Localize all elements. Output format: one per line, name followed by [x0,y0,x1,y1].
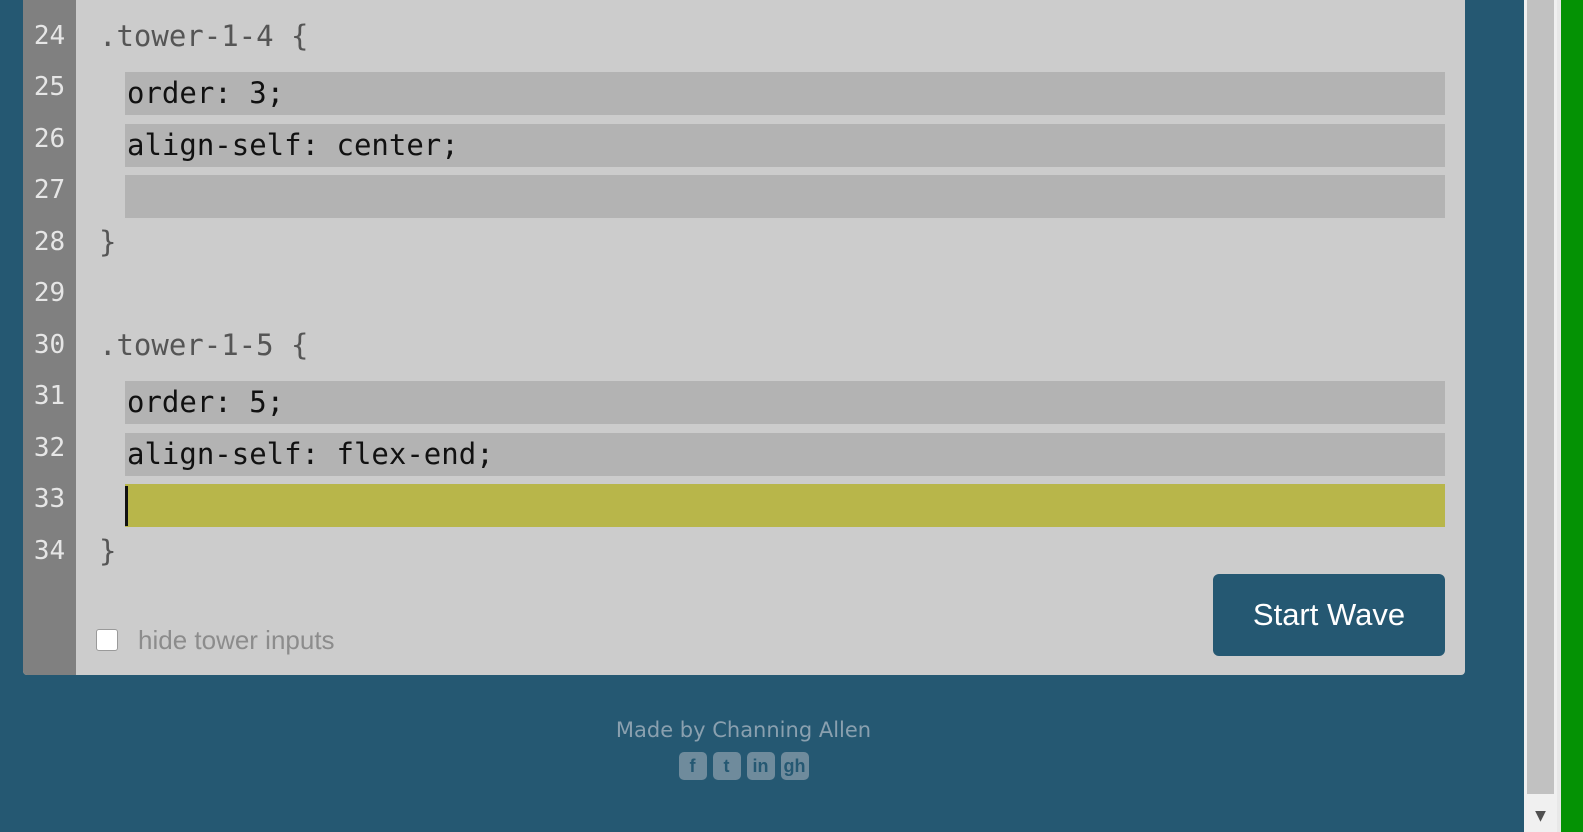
twitter-icon[interactable]: t [712,752,741,780]
facebook-icon[interactable]: f [678,752,707,780]
footer: Made by Channing Allen f t in gh [0,718,1487,780]
hide-tower-inputs-checkbox[interactable] [96,629,118,651]
closing-brace: } [99,534,117,568]
line-number: 24 [33,21,66,51]
line-number: 29 [33,278,66,308]
text-cursor [125,486,128,526]
hide-tower-inputs-label: hide tower inputs [138,624,335,655]
tower-1-5-property-input-2[interactable] [125,433,1445,476]
line-number: 26 [33,124,66,154]
social-links: f t in gh [0,752,1487,780]
line-number: 28 [33,227,66,257]
start-wave-button[interactable]: Start Wave [1213,574,1445,656]
github-icon[interactable]: gh [780,752,809,780]
closing-brace: } [99,225,117,259]
scrollbar-thumb[interactable] [1527,0,1554,794]
code-line: 28 } [23,220,1465,272]
adjacent-window-edge [1557,0,1583,832]
linkedin-icon[interactable]: in [746,752,775,780]
css-editor: 24 .tower-1-4 { 25 26 27 28 } 29 30 .tow… [23,0,1465,675]
line-number: 30 [33,330,66,360]
tower-1-5-property-input-1[interactable] [125,381,1445,424]
line-number: 34 [33,536,66,566]
hide-tower-inputs-toggle[interactable]: hide tower inputs [96,625,335,655]
line-number: 25 [33,72,66,102]
code-line: 30 .tower-1-5 { [23,323,1465,375]
tower-1-4-property-input-1[interactable] [125,72,1445,115]
selector-text: .tower-1-5 { [99,328,309,362]
tower-1-5-property-input-3[interactable] [125,484,1445,527]
selector-text: .tower-1-4 { [99,19,309,53]
code-line: 24 .tower-1-4 { [23,14,1465,66]
line-number: 32 [33,433,66,463]
code-line: 29 [23,271,1465,323]
scroll-down-arrow-icon[interactable]: ▼ [1524,806,1557,826]
tower-1-4-property-input-2[interactable] [125,124,1445,167]
made-by-credit: Made by Channing Allen [615,718,872,742]
line-number: 31 [33,381,66,411]
line-number: 27 [33,175,66,205]
vertical-scrollbar[interactable]: ▼ [1524,0,1557,832]
tower-1-4-property-input-3[interactable] [125,175,1445,218]
line-number: 33 [33,484,66,514]
